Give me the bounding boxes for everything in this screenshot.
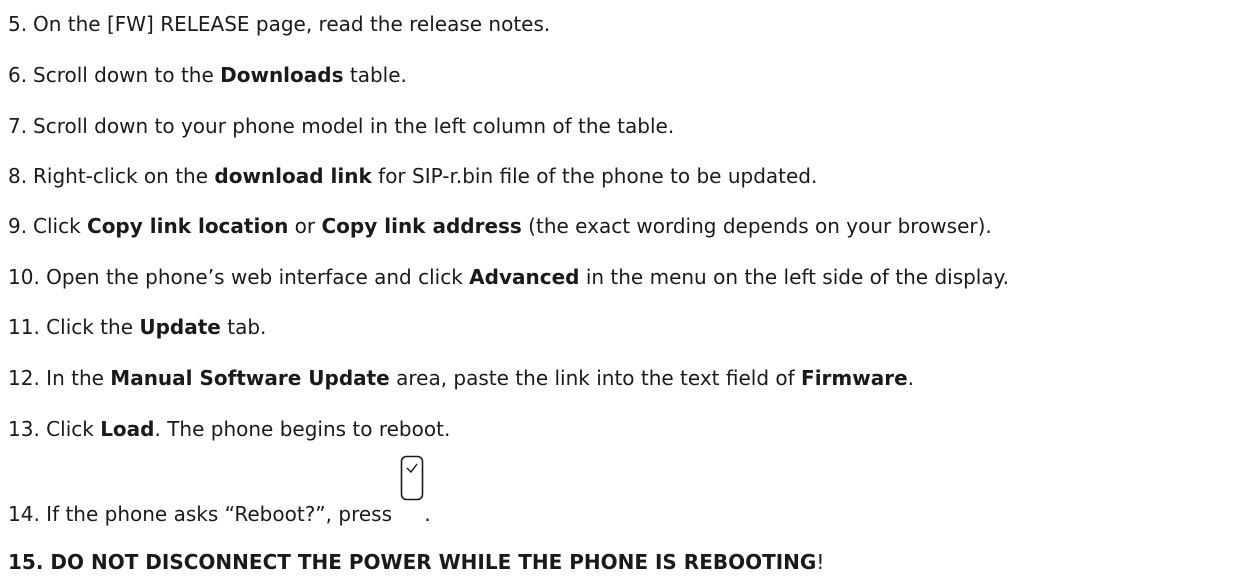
step-5: 5. On the [FW] RELEASE page, read the rel… bbox=[8, 12, 550, 36]
warning-text: 15. DO NOT DISCONNECT THE POWER WHILE TH… bbox=[8, 550, 817, 574]
step-emphasis: Load bbox=[100, 417, 155, 441]
step-number: 13. bbox=[8, 417, 40, 441]
step-text: On the [FW] RELEASE page, read the relea… bbox=[33, 12, 551, 36]
step-text: Right-click on the bbox=[33, 164, 215, 188]
step-text: for SIP-r.bin file of the phone to be up… bbox=[371, 164, 818, 188]
step-number: 6. bbox=[8, 63, 28, 87]
step-emphasis: Copy link location bbox=[87, 214, 289, 238]
step-number: 5. bbox=[8, 12, 28, 36]
step-text: Click the bbox=[46, 315, 140, 339]
step-emphasis: download link bbox=[214, 164, 372, 188]
step-text: or bbox=[288, 214, 322, 238]
warning-punctuation: ! bbox=[816, 550, 825, 574]
checkmark-key-icon bbox=[400, 455, 424, 523]
step-number: 11. bbox=[8, 315, 40, 339]
step-text: tab. bbox=[220, 315, 267, 339]
step-number: 8. bbox=[8, 164, 28, 188]
step-text: . bbox=[424, 502, 431, 526]
step-text: Click bbox=[46, 417, 101, 441]
step-text: . The phone begins to reboot. bbox=[154, 417, 451, 441]
step-number: 9. bbox=[8, 214, 28, 238]
step-emphasis: Firmware bbox=[801, 366, 908, 390]
step-text: In the bbox=[46, 366, 111, 390]
step-10: 10. Open the phone’s web interface and c… bbox=[8, 265, 1009, 289]
step-8: 8. Right-click on the download link for S… bbox=[8, 164, 817, 188]
step-number: 10. bbox=[8, 265, 40, 289]
step-9: 9. Click Copy link location or Copy link … bbox=[8, 214, 992, 238]
step-11: 11. Click the Update tab. bbox=[8, 315, 266, 339]
step-text: If the phone asks “Reboot?”, press bbox=[46, 502, 399, 526]
step-12: 12. In the Manual Software Update area, … bbox=[8, 366, 914, 390]
step-emphasis: Downloads bbox=[220, 63, 344, 87]
step-text: . bbox=[907, 366, 915, 390]
step-text: Scroll down to your phone model in the l… bbox=[33, 114, 675, 138]
step-text: (the exact wording depends on your brows… bbox=[521, 214, 992, 238]
step-text: area, paste the link into the text field… bbox=[389, 366, 802, 390]
step-15-warning: 15. DO NOT DISCONNECT THE POWER WHILE TH… bbox=[8, 550, 824, 574]
step-text: Click bbox=[33, 214, 88, 238]
step-text: in the menu on the left side of the disp… bbox=[579, 265, 1009, 289]
step-text: Scroll down to the bbox=[33, 63, 221, 87]
step-number: 12. bbox=[8, 366, 40, 390]
step-14: 14. If the phone asks “Reboot?”, press . bbox=[8, 455, 431, 526]
step-emphasis: Update bbox=[139, 315, 221, 339]
step-6: 6. Scroll down to the Downloads table. bbox=[8, 63, 407, 87]
step-7: 7. Scroll down to your phone model in the… bbox=[8, 114, 674, 138]
step-text: table. bbox=[343, 63, 407, 87]
document-page: 5. On the [FW] RELEASE page, read the rel… bbox=[0, 0, 1247, 585]
step-emphasis: Advanced bbox=[469, 265, 580, 289]
step-emphasis: Copy link address bbox=[321, 214, 522, 238]
step-emphasis: Manual Software Update bbox=[110, 366, 390, 390]
step-number: 7. bbox=[8, 114, 28, 138]
step-text: Open the phone’s web interface and click bbox=[46, 265, 470, 289]
step-13: 13. Click Load. The phone begins to rebo… bbox=[8, 417, 450, 441]
step-number: 14. bbox=[8, 502, 40, 526]
